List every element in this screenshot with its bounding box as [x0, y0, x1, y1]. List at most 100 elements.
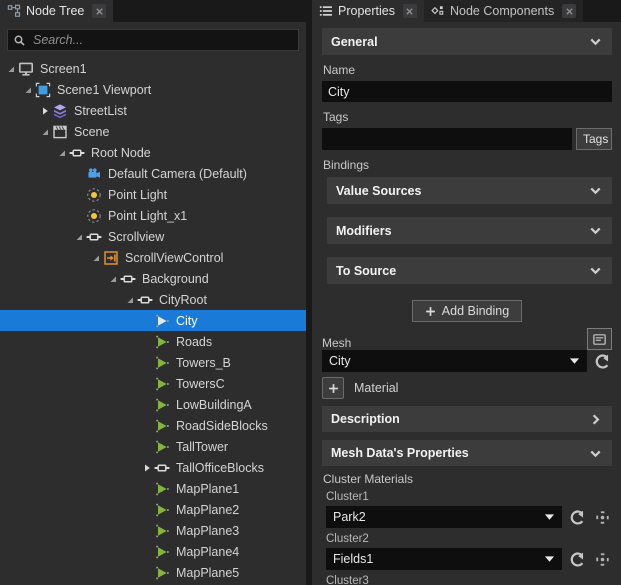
- tree-item-mapplane5[interactable]: MapPlane5: [0, 562, 306, 583]
- node-components-icon: [431, 4, 445, 18]
- tree-item-scrollview[interactable]: Scrollview: [0, 226, 306, 247]
- tree-item-scrollviewcontrol[interactable]: ScrollViewControl: [0, 247, 306, 268]
- chevron-down-icon: [588, 183, 603, 198]
- section-general[interactable]: General: [322, 28, 612, 55]
- tags-field[interactable]: [322, 128, 572, 150]
- tree-item-label: CityRoot: [159, 292, 207, 307]
- tree-item-lowbuildinga[interactable]: LowBuildingA: [0, 394, 306, 415]
- tree-item-streetlist[interactable]: StreetList: [0, 100, 306, 121]
- chevron-down-icon: [588, 446, 603, 461]
- node-tree-tabbar: Node Tree: [0, 0, 306, 22]
- search-input[interactable]: [31, 32, 293, 48]
- tree-item-roads[interactable]: Roads: [0, 331, 306, 352]
- search-box: [7, 29, 299, 51]
- name-field[interactable]: [322, 81, 612, 102]
- material-row: Material: [322, 377, 612, 399]
- node-icon: [86, 229, 102, 245]
- tree-item-mapplane2[interactable]: MapPlane2: [0, 499, 306, 520]
- section-value-sources[interactable]: Value Sources: [327, 177, 612, 204]
- expander-expanded-icon[interactable]: [55, 147, 68, 158]
- reset-icon: [569, 551, 586, 568]
- scroll-control-icon: [103, 250, 119, 266]
- tab-node-tree[interactable]: Node Tree: [0, 0, 114, 22]
- reset-mesh-button[interactable]: [593, 352, 612, 371]
- close-icon[interactable]: [92, 4, 107, 18]
- tree-item-point-light-x1[interactable]: Point Light_x1: [0, 205, 306, 226]
- tree-item-tallofficeblocks[interactable]: TallOfficeBlocks: [0, 457, 306, 478]
- tree-item-towers-b[interactable]: Towers_B: [0, 352, 306, 373]
- tree-item-towersc[interactable]: TowersC: [0, 373, 306, 394]
- add-material-button[interactable]: [322, 377, 344, 399]
- section-to-source-title: To Source: [336, 263, 397, 278]
- close-icon[interactable]: [562, 4, 577, 18]
- reset-cluster-2-button[interactable]: [568, 550, 587, 569]
- node-icon: [69, 145, 85, 161]
- pick-cluster-2-button[interactable]: [593, 550, 612, 569]
- expander-expanded-icon[interactable]: [123, 294, 136, 305]
- tree-item-label: TowersC: [176, 376, 225, 391]
- mesh-dropdown-row: City: [322, 350, 612, 372]
- mesh-icon: [154, 544, 170, 560]
- tree-item-background[interactable]: Background: [0, 268, 306, 289]
- name-label: Name: [323, 63, 356, 77]
- tree-item-city[interactable]: City: [0, 310, 306, 331]
- cluster-materials-label: Cluster Materials: [323, 472, 414, 486]
- expander-collapsed-icon[interactable]: [38, 105, 51, 116]
- close-icon[interactable]: [402, 4, 417, 18]
- tree-item-label: Point Light: [108, 187, 168, 202]
- expander-expanded-icon[interactable]: [38, 126, 51, 137]
- expander-collapsed-icon[interactable]: [140, 462, 153, 473]
- open-in-editor-button[interactable]: [587, 328, 612, 350]
- screen-icon: [18, 61, 34, 77]
- tree-item-scene1-viewport[interactable]: Scene1 Viewport: [0, 79, 306, 100]
- tree-item-label: LowBuildingA: [176, 397, 252, 412]
- expander-expanded-icon[interactable]: [72, 231, 85, 242]
- section-description[interactable]: Description: [322, 406, 612, 432]
- expander-expanded-icon[interactable]: [89, 252, 102, 263]
- bindings-label: Bindings: [323, 158, 370, 172]
- tree-item-cityroot[interactable]: CityRoot: [0, 289, 306, 310]
- add-binding-button[interactable]: Add Binding: [411, 300, 523, 322]
- tags-button[interactable]: Tags: [576, 128, 612, 150]
- tree-item-scene[interactable]: Scene: [0, 121, 306, 142]
- tree-item-label: RoadSideBlocks: [176, 418, 268, 433]
- tree-item-mapplane3[interactable]: MapPlane3: [0, 520, 306, 541]
- mesh-dropdown[interactable]: City: [322, 350, 587, 372]
- tree-item-point-light[interactable]: Point Light: [0, 184, 306, 205]
- section-to-source[interactable]: To Source: [327, 257, 612, 284]
- expander-expanded-icon[interactable]: [106, 273, 119, 284]
- mesh-icon: [154, 418, 170, 434]
- tree-item-default-camera-default-[interactable]: Default Camera (Default): [0, 163, 306, 184]
- tree-item-root-node[interactable]: Root Node: [0, 142, 306, 163]
- tree-item-label: MapPlane3: [176, 523, 240, 538]
- tree-item-label: MapPlane1: [176, 481, 240, 496]
- tree-item-label: MapPlane5: [176, 565, 240, 580]
- tree-item-mapplane4[interactable]: MapPlane4: [0, 541, 306, 562]
- section-modifiers[interactable]: Modifiers: [327, 217, 612, 244]
- expander-expanded-icon[interactable]: [21, 84, 34, 95]
- expander-expanded-icon[interactable]: [4, 63, 17, 74]
- reset-cluster-1-button[interactable]: [568, 508, 587, 527]
- tree-item-label: City: [176, 313, 198, 328]
- tree-item-talltower[interactable]: TallTower: [0, 436, 306, 457]
- dropdown-arrow-icon: [569, 357, 580, 365]
- mesh-icon: [154, 397, 170, 413]
- tab-properties[interactable]: Properties: [312, 0, 424, 22]
- tree-item-label: Point Light_x1: [108, 208, 188, 223]
- pick-cluster-1-button[interactable]: [593, 508, 612, 527]
- tree-item-screen1[interactable]: Screen1: [0, 58, 306, 79]
- tree-item-mapplane1[interactable]: MapPlane1: [0, 478, 306, 499]
- cluster-1-dropdown[interactable]: Park2: [326, 506, 562, 528]
- mesh-row: Mesh: [322, 328, 612, 350]
- cluster-2-dropdown[interactable]: Fields1: [326, 548, 562, 570]
- tab-node-components[interactable]: Node Components: [423, 0, 584, 22]
- tree-item-roadsideblocks[interactable]: RoadSideBlocks: [0, 415, 306, 436]
- section-mesh-data[interactable]: Mesh Data's Properties: [322, 440, 612, 466]
